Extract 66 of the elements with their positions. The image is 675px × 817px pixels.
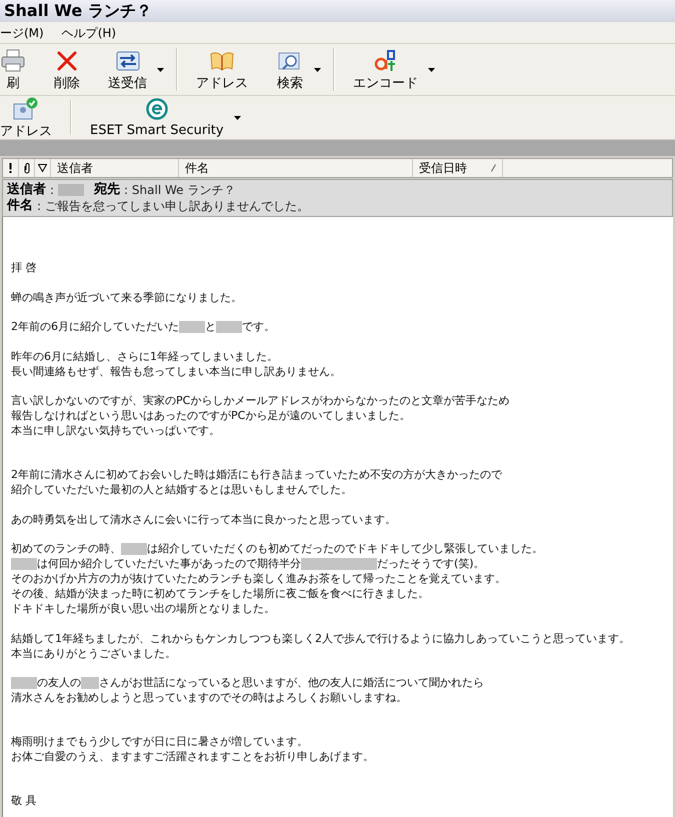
body-text: の友人の [37,675,81,690]
body-text: は何回か紹介していただいた事があったので期待半分 [37,556,301,571]
priority-icon[interactable] [9,163,12,173]
dropdown-caret-icon[interactable] [157,68,164,72]
header-value: : ご報告を怠ってしまい申し訳ありませんでした。 [37,198,309,214]
body-text: 言い訳しかないのですが、実家のPCからしかメールアドレスがわからなかったのと文章が苦手なため [11,393,510,408]
paperclip-icon[interactable] [24,162,30,174]
body-text: と [205,319,216,334]
redacted-block [121,542,147,554]
header-value: : Shall We ランチ？ [124,182,236,198]
body-text: 2年前に清水さんに初めてお会いした時は婚活にも行き詰まっていたため不安の方が大きかったので [11,467,502,482]
header-label: 件名 [7,198,33,214]
body-text: 2年前の6月に紹介していただいた [11,319,179,334]
toolbar-button[interactable]: 検索 [262,49,318,90]
redacted-block [11,676,37,688]
header-label: 送信者 [7,182,46,198]
e-logo-icon [146,98,168,120]
header-value: : [50,182,54,198]
window-title: Shall We ランチ？ [4,0,152,22]
redacted-block [81,676,99,688]
redacted-block [216,320,242,332]
toolbar-button[interactable]: エンコード [339,49,432,90]
column-header[interactable]: 送信者 [57,159,93,177]
body-text: 本当にありがとうございました。 [11,646,176,660]
toolbar-button[interactable]: 送受信 [94,49,161,90]
menu-item[interactable]: ヘルプ(H) [62,24,116,42]
body-text: 梅雨明けまでもう少しですが日に日に暑さが増しています。 [11,734,308,749]
body-text: そのおかげか片方の力が抜けていたためランチも楽しく進みお茶をして帰ったことを覚えています。 [11,571,506,586]
body-text: 清水さんをお勧めしようと思っていますのでその時はよろしくお願いしますね。 [11,690,407,705]
column-header[interactable]: 受信日時 [419,159,467,177]
encoding-icon [374,49,398,73]
body-text: 敬 具 [11,793,36,808]
toolbar-button[interactable]: 刷 [0,49,40,90]
redacted-block [179,320,205,332]
toolbar-button[interactable]: ESET Smart Security [76,98,238,137]
toolbar-button[interactable]: 削除 [40,49,94,90]
dropdown-caret-icon[interactable] [234,116,241,120]
body-text: だったそうです(笑)。 [377,556,485,571]
body-text: 紹介していただいた最初の人と結婚するとは思いもしませんでした。 [11,482,352,497]
body-text: 昨年の6月に結婚し、さらに1年経ってしまいました。 [11,348,278,364]
body-text: さんがお世話になっていると思いますが、他の友人に婚活について聞かれたら [99,675,484,690]
body-text: 初めてのランチの時、 [11,541,121,556]
header-label: 宛先 [94,182,120,198]
body-text: ドキドキした場所が良い思い出の場所となりました。 [11,601,275,616]
toolbar-button[interactable]: アドレス [0,97,66,138]
body-text: 報告しなければという思いはあったのですがPCから足が遠のいてしまいました。 [11,408,410,423]
contacts-check-icon [13,97,39,121]
body-text: 拝 啓 [11,260,36,275]
body-text: お体ご自愛のうえ、ますますご活躍されますことをお祈り申しあげます。 [11,749,374,764]
body-text: 蝉の鳴き声が近づいて来る季節になりました。 [11,290,242,304]
send-receive-icon [114,49,142,73]
body-text: 結婚して1年経ちましたが、これからもケンカしつつも楽しく2人で歩んで行けるように協力しあっていこうと思っています。 [11,630,630,646]
dropdown-caret-icon[interactable] [428,68,435,72]
body-text: は紹介していただくのも初めてだったのでドキドキして少し緊張していました。 [147,541,543,556]
dropdown-caret-icon[interactable] [314,68,321,72]
delete-x-icon [55,49,79,73]
body-text: です。 [242,319,275,334]
body-text: 長い間連絡もせず、報告も怠ってしまい本当に申し訳ありません。 [11,364,341,378]
menu-item[interactable]: ージ(M) [0,24,44,42]
body-text: あの時勇気を出して清水さんに会いに行って本当に良かったと思っています。 [11,512,396,526]
body-text: 本当に申し訳ない気持ちでいっぱいです。 [11,423,220,438]
column-header[interactable]: 件名 [185,159,209,177]
body-text: その後、結婚が決まった時に初めてランチをした場所に夜ご飯を食べに行きました。 [11,586,429,601]
flag-icon[interactable] [38,164,47,172]
toolbar-button[interactable]: アドレス [182,49,262,90]
redacted-block [11,558,37,570]
